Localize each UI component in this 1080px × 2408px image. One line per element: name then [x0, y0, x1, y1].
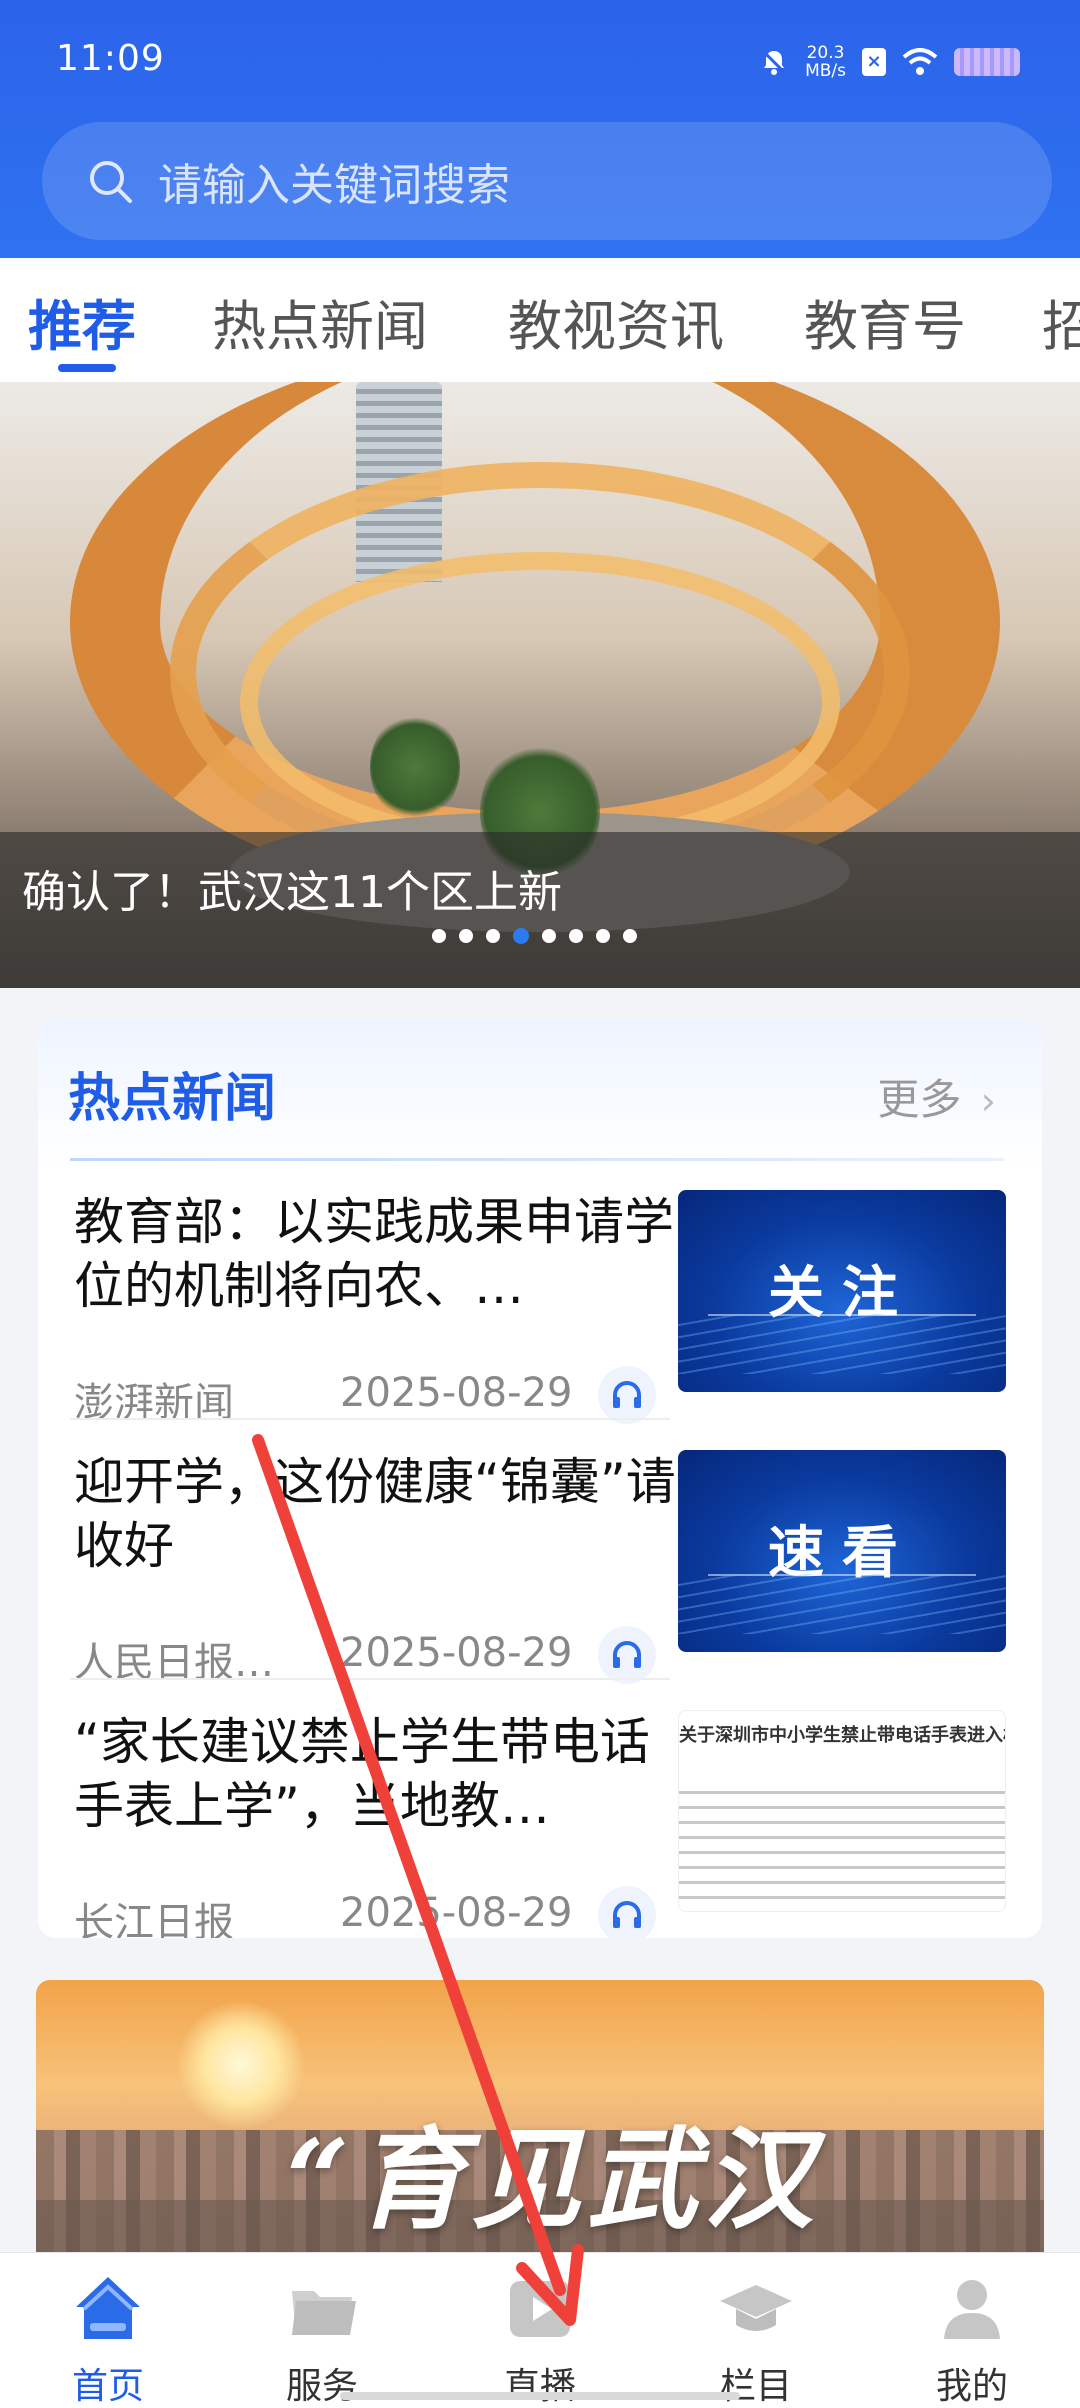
headphones-icon[interactable] [598, 1886, 656, 1938]
carousel-dot [569, 929, 583, 943]
nav-home[interactable]: 首页 [28, 2267, 188, 2408]
battery-icon [954, 48, 1020, 76]
carousel-dot [623, 929, 637, 943]
graduation-cap-icon [720, 2285, 792, 2331]
banner-carousel[interactable]: 确认了！武汉这11个区上新 [0, 382, 1080, 988]
search-input[interactable]: 请输入关键词搜索 [42, 122, 1052, 240]
news-date: 2025-08-29 [340, 1630, 573, 1676]
document-title: 关于深圳市中小学生禁止带电话手表进入校 [679, 1725, 1005, 1746]
carousel-dot [432, 929, 446, 943]
bell-off-icon [762, 49, 787, 75]
tab-recommend[interactable]: 推荐 [28, 282, 136, 361]
carousel-dot [542, 929, 556, 943]
net-speed: 20.3 MB/s [805, 43, 846, 81]
news-thumbnail-document: 关于深圳市中小学生禁止带电话手表进入校 [678, 1710, 1006, 1912]
nav-label: 我的 [935, 2366, 1008, 2407]
folder-icon [292, 2291, 356, 2335]
nav-columns[interactable]: 栏目 [676, 2267, 836, 2408]
app-header: 11:09 20.3 MB/s × 请输入关键词搜索 [0, 0, 1080, 258]
news-item[interactable]: “家长建议禁止学生带电话手表上学”，当地教… 长江日报 2025-08-29 关… [38, 1710, 1042, 1938]
hot-news-title: 热点新闻 [68, 1069, 277, 1129]
carousel-dots [432, 928, 637, 944]
headphones-icon[interactable] [598, 1626, 656, 1684]
header-divider [70, 1158, 1004, 1161]
status-icons: 20.3 MB/s × [759, 44, 1020, 80]
gesture-bar [340, 2392, 740, 2400]
search-icon [90, 161, 132, 203]
more-label: 更多 [877, 1075, 962, 1124]
news-title: 教育部：以实践成果申请学位的机制将向农、… [74, 1193, 674, 1315]
nav-service[interactable]: 服务 [242, 2267, 402, 2408]
bottom-nav: 首页 服务 直播 栏目 我的 [0, 2252, 1080, 2408]
headphones-icon[interactable] [598, 1366, 656, 1424]
nav-label: 栏目 [719, 2366, 792, 2407]
news-item[interactable]: 教育部：以实践成果申请学位的机制将向农、… 澎湃新闻 2025-08-29 关注 [38, 1190, 1042, 1450]
nav-label: 首页 [71, 2366, 144, 2407]
carousel-dot [459, 929, 473, 943]
document-text-lines [679, 1791, 1005, 1901]
wifi-icon [902, 48, 938, 75]
news-source: 长江日报 [74, 1900, 234, 1938]
category-tabs: 推荐 热点新闻 教视资讯 教育号 招 [0, 258, 1080, 382]
tab-admissions[interactable]: 招 [1042, 282, 1080, 361]
promo-banner[interactable]: “育见武汉 [36, 1980, 1044, 2280]
thumbnail-wave [678, 1314, 1006, 1374]
carousel-dot-active [513, 928, 529, 944]
news-thumbnail: 速看 [678, 1450, 1006, 1652]
status-time: 11:09 [56, 38, 165, 79]
news-thumbnail: 关注 [678, 1190, 1006, 1392]
news-title: “家长建议禁止学生带电话手表上学”，当地教… [74, 1713, 650, 1835]
tab-edu-video-news[interactable]: 教视资讯 [508, 282, 724, 361]
carousel-dot [486, 929, 500, 943]
more-link[interactable]: 更多 › [877, 1066, 996, 1127]
home-icon [76, 2277, 140, 2339]
search-placeholder: 请输入关键词搜索 [158, 160, 510, 211]
person-icon [944, 2280, 1000, 2339]
news-divider [70, 1678, 670, 1680]
thumbnail-wave [678, 1574, 1006, 1634]
tab-edu-account[interactable]: 教育号 [804, 282, 966, 361]
active-tab-indicator [58, 364, 116, 372]
news-date: 2025-08-29 [340, 1370, 573, 1416]
nav-label: 直播 [503, 2366, 576, 2407]
hot-news-card: 热点新闻 更多 › 教育部：以实践成果申请学位的机制将向农、… 澎湃新闻 202… [38, 1020, 1042, 1938]
banner-caption: 确认了！武汉这11个区上新 [22, 867, 562, 918]
tab-hot-news[interactable]: 热点新闻 [212, 282, 428, 361]
play-icon [510, 2281, 570, 2337]
nav-live[interactable]: 直播 [460, 2267, 620, 2408]
news-title: 迎开学，这份健康“锦囊”请收好 [74, 1453, 676, 1575]
promo-title: “育见武汉 [286, 2115, 820, 2244]
nav-label: 服务 [285, 2366, 358, 2407]
banner-tree [370, 712, 460, 822]
nav-profile[interactable]: 我的 [892, 2267, 1052, 2408]
news-divider [70, 1418, 670, 1420]
chevron-right-icon: › [980, 1079, 996, 1123]
carousel-dot [596, 929, 610, 943]
news-date: 2025-08-29 [340, 1890, 573, 1936]
news-item[interactable]: 迎开学，这份健康“锦囊”请收好 人民日报… 2025-08-29 速看 [38, 1450, 1042, 1710]
x-app-icon: × [862, 48, 886, 76]
